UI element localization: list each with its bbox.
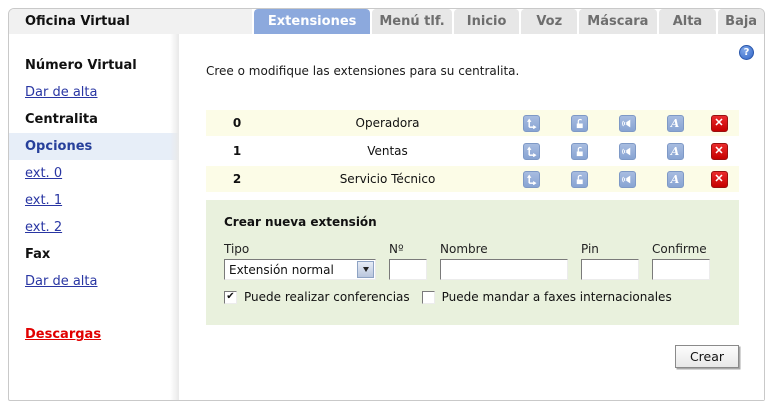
tab-inicio[interactable]: Inicio [454,9,520,34]
numero-label: Nº [389,242,427,256]
tipo-label: Tipo [224,242,376,256]
intro-text: Cree o modifique las extensiones para su… [206,64,519,78]
pin-input[interactable] [581,259,639,280]
create-extension-panel: Crear nueva extensión Tipo Extensión nor… [206,200,739,325]
sidebar-heading-centralita: Centralita [9,106,179,133]
letter-a-icon: A [671,174,680,185]
sidebar-link-descargas[interactable]: Descargas [25,327,101,342]
announcement-button[interactable] [619,115,636,132]
sidebar: Número Virtual Dar de alta Centralita Op… [9,34,179,400]
redirect-button[interactable] [523,143,540,160]
redirect-arrow-icon [526,118,537,129]
delete-x-icon: ✕ [714,174,723,185]
create-button[interactable]: Crear [675,345,739,368]
lock-button[interactable] [571,143,588,160]
help-glyph: ? [744,47,750,58]
tab-mascara[interactable]: Máscara [579,9,657,34]
sidebar-item-opciones-label: Opciones [25,139,92,154]
extensions-table: 0 Operadora A ✕ 1 Ventas A ✕ [206,110,739,194]
extension-number: 2 [206,172,268,186]
delete-button[interactable]: ✕ [711,115,728,132]
speaker-icon [622,174,633,185]
sidebar-link-ext-0[interactable]: ext. 0 [25,166,62,181]
delete-button[interactable]: ✕ [711,171,728,188]
auto-attendant-button[interactable]: A [667,171,684,188]
announcement-button[interactable] [619,171,636,188]
tab-baja[interactable]: Baja [718,9,764,34]
app-title: Oficina Virtual [25,14,130,29]
sidebar-item-opciones[interactable]: Opciones [9,133,179,160]
international-fax-checkbox[interactable] [422,291,435,304]
extension-row-2: 2 Servicio Técnico A ✕ [206,166,739,192]
letter-a-icon: A [671,118,680,129]
sidebar-heading-numero-virtual: Número Virtual [9,52,179,79]
numero-input[interactable] [389,259,427,280]
letter-a-icon: A [671,146,680,157]
extension-name: Ventas [268,144,507,158]
tab-bar: Extensiones Menú tlf. Inicio Voz Máscara… [252,9,764,34]
help-icon[interactable]: ? [739,45,754,60]
tab-voz[interactable]: Voz [521,9,577,34]
create-extension-title: Crear nueva extensión [224,215,721,229]
lock-button[interactable] [571,171,588,188]
extension-number: 1 [206,144,268,158]
padlock-open-icon [574,146,585,157]
sidebar-link-ext-1[interactable]: ext. 1 [25,193,62,208]
window-body: Número Virtual Dar de alta Centralita Op… [9,34,764,400]
extension-name: Servicio Técnico [268,172,507,186]
sidebar-heading-fax: Fax [9,241,179,268]
dropdown-button[interactable] [357,261,374,278]
auto-attendant-button[interactable]: A [667,143,684,160]
redirect-arrow-icon [526,174,537,185]
app-window: Oficina Virtual Extensiones Menú tlf. In… [8,8,765,401]
redirect-button[interactable] [523,115,540,132]
tipo-selected-value: Extensión normal [225,263,357,277]
conferences-checkbox-label: Puede realizar conferencias [244,290,410,304]
nombre-label: Nombre [440,242,568,256]
create-extension-options: Puede realizar conferencias Puede mandar… [224,290,721,304]
pin-label: Pin [581,242,639,256]
nombre-input[interactable] [440,259,568,280]
delete-x-icon: ✕ [714,146,723,157]
extension-row-0: 0 Operadora A ✕ [206,110,739,136]
tab-alta[interactable]: Alta [659,9,717,34]
sidebar-link-ext-2[interactable]: ext. 2 [25,220,62,235]
auto-attendant-button[interactable]: A [667,115,684,132]
create-extension-fields: Tipo Extensión normal Nº Nombre [224,242,721,280]
window-title-block: Oficina Virtual [9,9,252,34]
main-content: ? Cree o modifique las extensiones para … [179,34,764,400]
tab-menu-tlf[interactable]: Menú tlf. [372,9,452,34]
header-bar: Oficina Virtual Extensiones Menú tlf. In… [9,9,764,34]
padlock-open-icon [574,174,585,185]
sidebar-link-dar-de-alta-fax[interactable]: Dar de alta [25,274,97,289]
redirect-arrow-icon [526,146,537,157]
delete-x-icon: ✕ [714,118,723,129]
confirme-label: Confirme [652,242,710,256]
lock-button[interactable] [571,115,588,132]
extension-number: 0 [206,116,268,130]
conferences-checkbox[interactable] [224,291,237,304]
delete-button[interactable]: ✕ [711,143,728,160]
announcement-button[interactable] [619,143,636,160]
extension-name: Operadora [268,116,507,130]
speaker-icon [622,146,633,157]
international-fax-checkbox-label: Puede mandar a faxes internacionales [442,290,672,304]
sidebar-link-dar-de-alta-numero[interactable]: Dar de alta [25,85,97,100]
padlock-open-icon [574,118,585,129]
redirect-button[interactable] [523,171,540,188]
chevron-down-icon [363,267,369,272]
speaker-icon [622,118,633,129]
tipo-select[interactable]: Extensión normal [224,259,376,280]
extension-row-1: 1 Ventas A ✕ [206,138,739,164]
tab-extensiones[interactable]: Extensiones [254,9,370,34]
confirme-input[interactable] [652,259,710,280]
